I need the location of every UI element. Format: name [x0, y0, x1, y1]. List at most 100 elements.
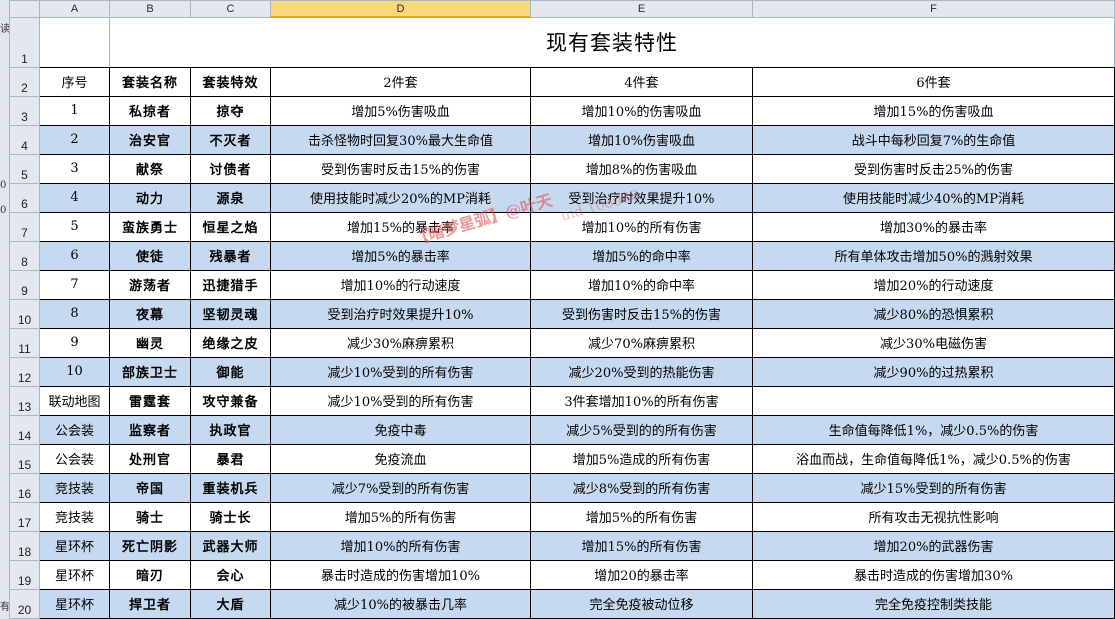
column-header-b[interactable]: B — [109, 0, 191, 18]
row-header[interactable]: 9 — [9, 269, 40, 300]
cell-set-name[interactable]: 死亡阴影 — [109, 530, 191, 561]
cell-set-name[interactable]: 献祭 — [109, 153, 191, 184]
cell-set-name[interactable]: 治安官 — [109, 124, 191, 155]
cell-2-piece[interactable]: 减少10%的被暴击几率 — [270, 588, 531, 619]
cell-4-piece[interactable]: 增加15%的所有伤害 — [530, 530, 753, 561]
cell-2-piece[interactable]: 减少10%受到的所有伤害 — [270, 385, 531, 416]
cell-set-effect[interactable]: 骑士长 — [190, 501, 271, 532]
row-header[interactable]: 10 — [9, 298, 40, 329]
cell-6-piece[interactable]: 暴击时造成的伤害增加30% — [752, 559, 1115, 590]
cell-set-name[interactable]: 处刑官 — [109, 443, 191, 474]
cell-2-piece[interactable]: 增加5%的暴击率 — [270, 240, 531, 271]
row-header[interactable]: 1 — [9, 16, 40, 68]
row-header[interactable]: 8 — [9, 240, 40, 271]
cell-6-piece[interactable]: 使用技能时减少40%的MP消耗 — [752, 182, 1115, 213]
row-header[interactable]: 15 — [9, 443, 40, 474]
column-header-c[interactable]: C — [190, 0, 271, 18]
header-cell-number[interactable]: 序号 — [39, 66, 110, 97]
cell-set-effect[interactable]: 迅捷猎手 — [190, 269, 271, 300]
cell-2-piece[interactable]: 增加10%的行动速度 — [270, 269, 531, 300]
row-header[interactable]: 16 — [9, 472, 40, 503]
row-header[interactable]: 7 — [9, 211, 40, 242]
cell-set-name[interactable]: 动力 — [109, 182, 191, 213]
header-cell-2-piece[interactable]: 2件套 — [270, 66, 531, 97]
cell-4-piece[interactable]: 减少5%受到的的所有伤害 — [530, 414, 753, 445]
cell-set-effect[interactable]: 御能 — [190, 356, 271, 387]
cell-set-effect[interactable]: 掠夺 — [190, 95, 271, 126]
sheet-title[interactable]: 现有套装特性 — [109, 16, 1115, 68]
cell-set-name[interactable]: 监察者 — [109, 414, 191, 445]
cell-4-piece[interactable]: 增加10%的命中率 — [530, 269, 753, 300]
cell-6-piece[interactable]: 所有单体攻击增加50%的溅射效果 — [752, 240, 1115, 271]
column-header-e[interactable]: E — [530, 0, 753, 18]
cell-set-name[interactable]: 夜幕 — [109, 298, 191, 329]
cell-set-effect[interactable]: 攻守兼备 — [190, 385, 271, 416]
row-header[interactable]: 20 — [9, 588, 40, 619]
cell-4-piece[interactable]: 增加10%伤害吸血 — [530, 124, 753, 155]
cell-6-piece[interactable]: 减少15%受到的所有伤害 — [752, 472, 1115, 503]
cell-6-piece[interactable]: 增加30%的暴击率 — [752, 211, 1115, 242]
cell-2-piece[interactable]: 增加5%的所有伤害 — [270, 501, 531, 532]
cell-set-effect[interactable]: 绝缘之皮 — [190, 327, 271, 358]
cell-2-piece[interactable]: 击杀怪物时回复30%最大生命值 — [270, 124, 531, 155]
row-header[interactable]: 17 — [9, 501, 40, 532]
row-header[interactable]: 13 — [9, 385, 40, 416]
cell-set-name[interactable]: 骑士 — [109, 501, 191, 532]
cell-2-piece[interactable]: 使用技能时减少20%的MP消耗 — [270, 182, 531, 213]
cell-4-piece[interactable]: 减少8%受到的所有伤害 — [530, 472, 753, 503]
cell-6-piece[interactable] — [752, 385, 1115, 416]
cell-set-effect[interactable]: 执政官 — [190, 414, 271, 445]
cell-set-name[interactable]: 蛮族勇士 — [109, 211, 191, 242]
cell-6-piece[interactable]: 战斗中每秒回复7%的生命值 — [752, 124, 1115, 155]
cell-6-piece[interactable]: 减少30%电磁伤害 — [752, 327, 1115, 358]
cell-set-effect[interactable]: 源泉 — [190, 182, 271, 213]
cell-6-piece[interactable]: 浴血而战，生命值每降低1%，减少0.5%的伤害 — [752, 443, 1115, 474]
cell-set-effect[interactable]: 重装机兵 — [190, 472, 271, 503]
cell-2-piece[interactable]: 免疫流血 — [270, 443, 531, 474]
cell-set-name[interactable]: 部族卫士 — [109, 356, 191, 387]
cell-number[interactable]: 竞技装 — [39, 472, 110, 503]
cell-number[interactable]: 星环杯 — [39, 559, 110, 590]
cell-number[interactable]: 3 — [39, 153, 110, 184]
cell-set-effect[interactable]: 坚韧灵魂 — [190, 298, 271, 329]
row-header[interactable]: 6 — [9, 182, 40, 213]
header-cell-set-effect[interactable]: 套装特效 — [190, 66, 271, 97]
cell-4-piece[interactable]: 减少70%麻痹累积 — [530, 327, 753, 358]
cell-number[interactable]: 10 — [39, 356, 110, 387]
cell-2-piece[interactable]: 增加5%伤害吸血 — [270, 95, 531, 126]
row-header[interactable]: 18 — [9, 530, 40, 561]
cell-4-piece[interactable]: 3件套增加10%的所有伤害 — [530, 385, 753, 416]
cell-set-name[interactable]: 帝国 — [109, 472, 191, 503]
cell-set-effect[interactable]: 讨债者 — [190, 153, 271, 184]
cell-6-piece[interactable]: 所有攻击无视抗性影响 — [752, 501, 1115, 532]
cell-set-effect[interactable]: 不灭者 — [190, 124, 271, 155]
cell-set-name[interactable]: 雷霆套 — [109, 385, 191, 416]
cell-number[interactable]: 8 — [39, 298, 110, 329]
cell-set-name[interactable]: 使徒 — [109, 240, 191, 271]
cell-set-effect[interactable]: 恒星之焰 — [190, 211, 271, 242]
cell-set-effect[interactable]: 武器大师 — [190, 530, 271, 561]
cell-4-piece[interactable]: 增加5%造成的所有伤害 — [530, 443, 753, 474]
cell-number[interactable]: 1 — [39, 95, 110, 126]
row-header[interactable]: 11 — [9, 327, 40, 358]
row-header[interactable]: 4 — [9, 124, 40, 155]
cell-set-effect[interactable]: 残暴者 — [190, 240, 271, 271]
header-cell-set-name[interactable]: 套装名称 — [109, 66, 191, 97]
cell-4-piece[interactable]: 受到治疗时效果提升10% — [530, 182, 753, 213]
cell-2-piece[interactable]: 减少30%麻痹累积 — [270, 327, 531, 358]
cell-set-effect[interactable]: 暴君 — [190, 443, 271, 474]
row-header[interactable]: 19 — [9, 559, 40, 590]
cell-number[interactable]: 2 — [39, 124, 110, 155]
cell-number[interactable]: 星环杯 — [39, 588, 110, 619]
cell-4-piece[interactable]: 完全免疫被动位移 — [530, 588, 753, 619]
cell-number[interactable]: 4 — [39, 182, 110, 213]
cell-set-name[interactable]: 幽灵 — [109, 327, 191, 358]
cell-6-piece[interactable]: 减少80%的恐惧累积 — [752, 298, 1115, 329]
column-header-d-selected[interactable]: D — [270, 0, 531, 18]
cell-number[interactable]: 7 — [39, 269, 110, 300]
cell-4-piece[interactable]: 增加5%的命中率 — [530, 240, 753, 271]
column-header-f[interactable]: F — [752, 0, 1115, 18]
cell-6-piece[interactable]: 增加20%的行动速度 — [752, 269, 1115, 300]
cell-number[interactable]: 6 — [39, 240, 110, 271]
cell-number[interactable]: 星环杯 — [39, 530, 110, 561]
